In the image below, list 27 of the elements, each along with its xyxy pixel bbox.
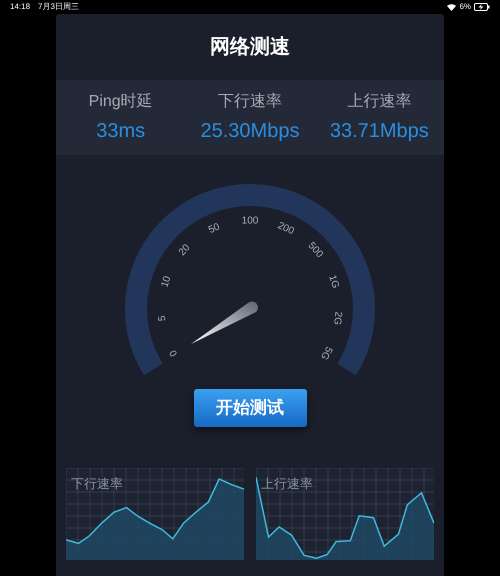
graph-label: 上行速率 bbox=[261, 475, 313, 493]
panel-title: 网络测速 bbox=[210, 35, 290, 60]
status-date: 7月3日周三 bbox=[38, 1, 79, 13]
stat-value: 33ms bbox=[96, 118, 146, 144]
gauge-scale-label: 0 bbox=[168, 348, 180, 358]
gauge-scale-label: 500 bbox=[306, 240, 325, 260]
graph-label: 下行速率 bbox=[71, 475, 123, 493]
stat-label: Ping时延 bbox=[88, 92, 153, 112]
gauge-scale-label: 1G bbox=[326, 274, 341, 290]
status-time: 14:18 bbox=[10, 1, 30, 13]
gauge-scale-label: 20 bbox=[176, 242, 193, 258]
gauge-scale-label: 10 bbox=[160, 274, 174, 289]
stat-value: 33.71Mbps bbox=[330, 118, 429, 144]
gauge-scale-label: 5 bbox=[156, 314, 168, 322]
gauge-scale-label: 2G bbox=[331, 310, 344, 326]
wifi-icon bbox=[447, 4, 456, 10]
gauge-scale-label: 100 bbox=[242, 216, 258, 227]
battery-percent: 6% bbox=[459, 1, 471, 13]
battery-charging-icon bbox=[474, 3, 490, 11]
gauge-scale-label: 50 bbox=[206, 221, 222, 236]
stat-label: 下行速率 bbox=[218, 92, 282, 112]
gauge-scale-label: 200 bbox=[276, 220, 296, 238]
stat-label: 上行速率 bbox=[347, 92, 412, 112]
start-test-button[interactable]: 开始测试 bbox=[194, 389, 306, 427]
gauge-needle bbox=[191, 301, 258, 344]
gauge-scale-label: 5G bbox=[318, 344, 334, 362]
stat-value: 25.30Mbps bbox=[200, 118, 300, 144]
